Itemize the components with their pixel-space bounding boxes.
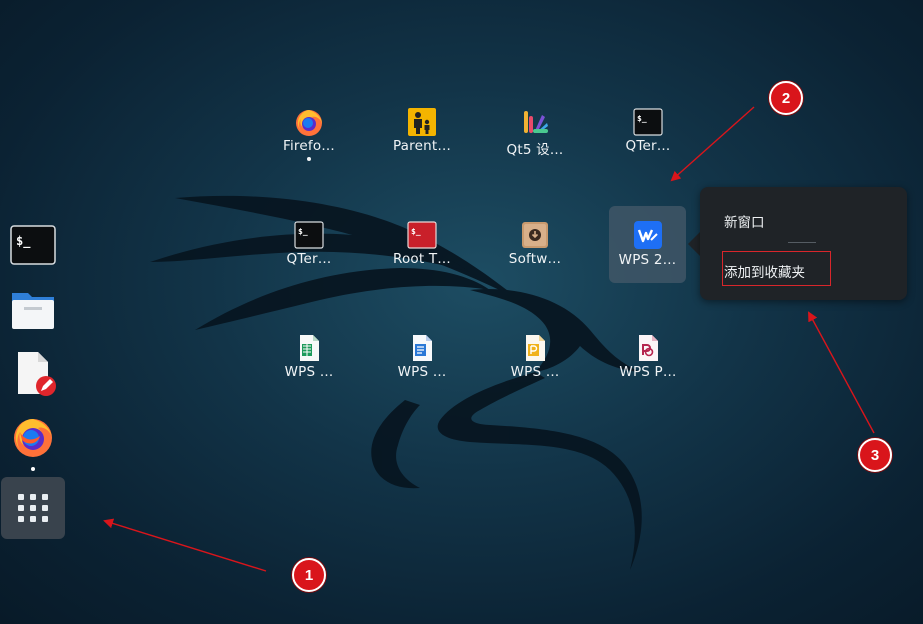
annotation-arrow-1	[103, 518, 267, 572]
annotation-arrow-2	[670, 106, 755, 182]
annotation-badge-2: 2	[769, 81, 803, 115]
annotation-arrow-3	[808, 311, 875, 434]
annotation-badge-1: 1	[292, 558, 326, 592]
annotation-badge-3: 3	[858, 438, 892, 472]
